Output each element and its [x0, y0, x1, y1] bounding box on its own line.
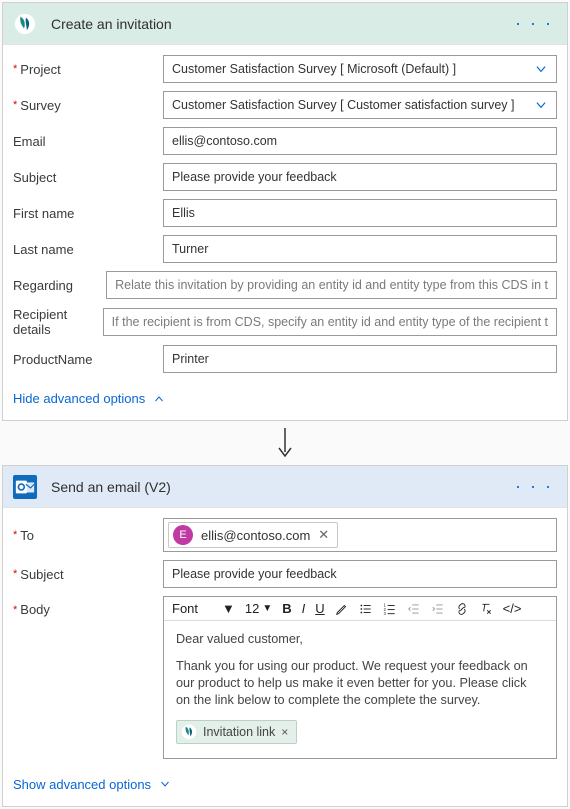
show-advanced-label: Show advanced options	[13, 777, 151, 792]
svg-text:3: 3	[383, 610, 386, 615]
row-firstname: First name	[13, 199, 557, 227]
remove-chip-icon[interactable]: ✕	[318, 527, 329, 543]
chevron-down-icon	[159, 778, 171, 790]
bullet-list-icon[interactable]	[359, 602, 373, 616]
edit-icon[interactable]	[335, 602, 349, 616]
label-email-subject: Subject	[20, 567, 63, 582]
chevron-up-icon	[153, 393, 165, 405]
bold-icon[interactable]: B	[282, 601, 291, 616]
indent-icon[interactable]	[431, 602, 445, 616]
recipient-chip[interactable]: E ellis@contoso.com ✕	[168, 522, 338, 548]
flow-arrow	[0, 423, 570, 463]
invitation-link-token[interactable]: Invitation link ×	[176, 720, 297, 744]
row-product: ProductName	[13, 345, 557, 373]
body-content[interactable]: Dear valued customer, Thank you for usin…	[164, 621, 556, 758]
body-paragraph: Thank you for using our product. We requ…	[176, 658, 544, 709]
label-firstname: First name	[13, 206, 74, 221]
invitation-more-button[interactable]: · · ·	[511, 13, 557, 34]
email-more-button[interactable]: · · ·	[511, 476, 557, 497]
italic-icon[interactable]: I	[302, 601, 306, 616]
outdent-icon[interactable]	[407, 602, 421, 616]
chevron-down-icon	[534, 98, 548, 112]
remove-token-icon[interactable]: ×	[281, 725, 288, 739]
link-icon[interactable]	[455, 602, 469, 616]
lastname-input[interactable]	[163, 235, 557, 263]
email-card: Send an email (V2) · · · *To E ellis@con…	[2, 465, 568, 807]
project-select[interactable]: Customer Satisfaction Survey [ Microsoft…	[163, 55, 557, 83]
clear-format-icon[interactable]	[479, 602, 493, 616]
label-lastname: Last name	[13, 242, 74, 257]
body-editor[interactable]: Font ▼ 12 ▼ B I U	[163, 596, 557, 759]
label-survey: Survey	[20, 98, 60, 113]
row-survey: *Survey Customer Satisfaction Survey [ C…	[13, 91, 557, 119]
label-recipient: Recipient details	[13, 307, 103, 337]
chevron-down-icon	[534, 62, 548, 76]
row-project: *Project Customer Satisfaction Survey [ …	[13, 55, 557, 83]
customer-voice-icon	[181, 724, 197, 740]
invitation-card: Create an invitation · · · *Project Cust…	[2, 2, 568, 421]
token-label: Invitation link	[203, 725, 275, 739]
row-regarding: Regarding Relate this invitation by prov…	[13, 271, 557, 299]
outlook-icon	[13, 475, 37, 499]
email-title: Send an email (V2)	[51, 479, 511, 495]
subject-input[interactable]	[163, 163, 557, 191]
label-to: To	[20, 528, 34, 543]
caret-down-icon: ▼	[222, 601, 235, 616]
label-product: ProductName	[13, 352, 92, 367]
row-to: *To E ellis@contoso.com ✕	[13, 518, 557, 552]
invitation-title: Create an invitation	[51, 16, 511, 32]
survey-value: Customer Satisfaction Survey [ Customer …	[172, 98, 515, 112]
number-list-icon[interactable]: 123	[383, 602, 397, 616]
avatar: E	[173, 525, 193, 545]
row-lastname: Last name	[13, 235, 557, 263]
project-value: Customer Satisfaction Survey [ Microsoft…	[172, 62, 456, 76]
row-body: *Body Font ▼ 12 ▼ B I U	[13, 596, 557, 759]
label-email: Email	[13, 134, 46, 149]
row-recipient: Recipient details If the recipient is fr…	[13, 307, 557, 337]
size-picker[interactable]: 12 ▼	[245, 601, 272, 616]
customer-voice-icon	[13, 12, 37, 36]
email-subject-input[interactable]	[163, 560, 557, 588]
show-advanced-toggle[interactable]: Show advanced options	[3, 773, 567, 806]
row-email: Email	[13, 127, 557, 155]
regarding-input[interactable]: Relate this invitation by providing an e…	[106, 271, 557, 299]
email-header: Send an email (V2) · · ·	[3, 466, 567, 508]
to-input[interactable]: E ellis@contoso.com ✕	[163, 518, 557, 552]
underline-icon[interactable]: U	[315, 601, 324, 616]
label-subject: Subject	[13, 170, 56, 185]
rich-text-toolbar: Font ▼ 12 ▼ B I U	[164, 597, 556, 621]
invitation-header: Create an invitation · · ·	[3, 3, 567, 45]
label-project: Project	[20, 62, 60, 77]
label-body: Body	[20, 602, 50, 617]
recipient-input[interactable]: If the recipient is from CDS, specify an…	[103, 308, 557, 336]
label-regarding: Regarding	[13, 278, 73, 293]
row-email-subject: *Subject	[13, 560, 557, 588]
caret-down-icon: ▼	[262, 603, 272, 614]
row-subject: Subject	[13, 163, 557, 191]
product-input[interactable]	[163, 345, 557, 373]
email-fields: *To E ellis@contoso.com ✕ *Subject *Body…	[3, 508, 567, 773]
body-paragraph: Dear valued customer,	[176, 631, 544, 648]
firstname-input[interactable]	[163, 199, 557, 227]
recipient-chip-text: ellis@contoso.com	[201, 528, 310, 543]
code-view-icon[interactable]: </>	[503, 601, 522, 616]
hide-advanced-toggle[interactable]: Hide advanced options	[3, 387, 567, 420]
email-input[interactable]	[163, 127, 557, 155]
invitation-fields: *Project Customer Satisfaction Survey [ …	[3, 45, 567, 387]
font-picker[interactable]: Font ▼	[172, 601, 235, 616]
survey-select[interactable]: Customer Satisfaction Survey [ Customer …	[163, 91, 557, 119]
hide-advanced-label: Hide advanced options	[13, 391, 145, 406]
